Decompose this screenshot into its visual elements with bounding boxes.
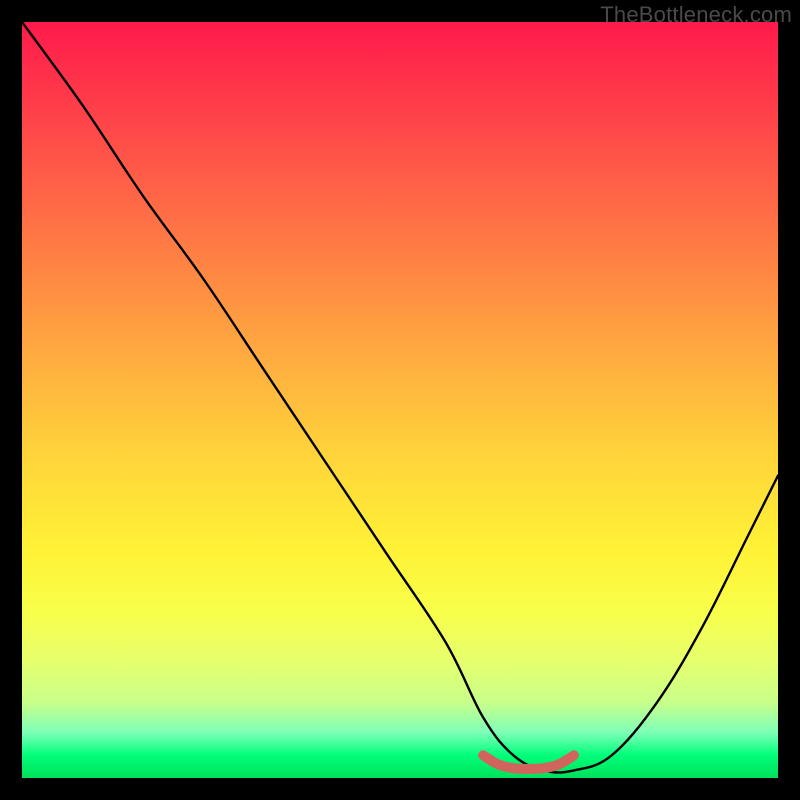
curve-layer [22,22,778,778]
watermark-text: TheBottleneck.com [600,2,792,28]
optimal-band-path [483,755,574,769]
plot-area [22,22,778,778]
bottleneck-curve-path [22,22,778,773]
chart-frame: TheBottleneck.com [0,0,800,800]
